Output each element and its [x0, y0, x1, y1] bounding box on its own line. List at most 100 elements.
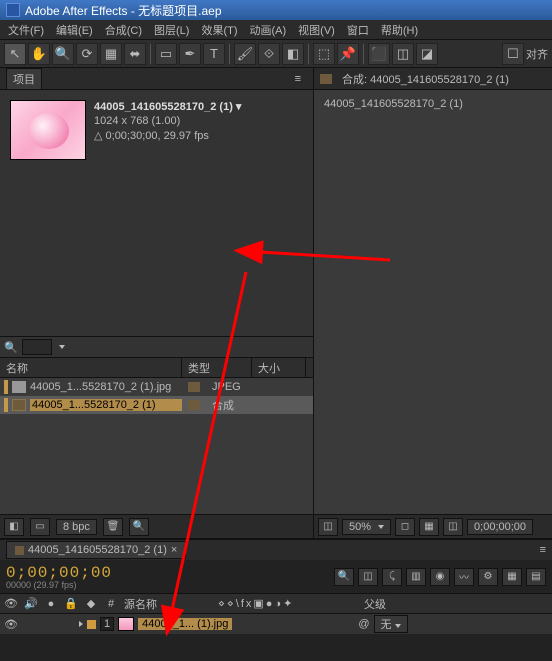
brush-tool[interactable]: 🖌	[234, 43, 256, 65]
search-menu-icon[interactable]	[59, 345, 65, 349]
clone-tool[interactable]: ⟐	[258, 43, 280, 65]
parent-col[interactable]: 父级	[364, 596, 386, 612]
preview-duration: △ 0;00;30;00, 29.97 fps	[94, 129, 241, 142]
bpc-button[interactable]: 8 bpc	[56, 519, 97, 535]
project-row-comp[interactable]: 44005_1...5528170_2 (1) 合成	[0, 396, 313, 414]
project-bottom-bar: ◧ ▭ 8 bpc 🗑 🔍	[0, 514, 313, 538]
timeline-panel: 44005_141605528170_2 (1) × ≡ 0;00;00;00 …	[0, 538, 552, 661]
twirl-icon[interactable]	[79, 621, 83, 627]
frame-blend-button[interactable]: ▥	[406, 568, 426, 586]
local-axis[interactable]: ⬛	[368, 43, 390, 65]
panel-menu-icon[interactable]: ≡	[289, 71, 307, 87]
rect-tool[interactable]: ▭	[155, 43, 177, 65]
preview-name[interactable]: 44005_141605528170_2 (1) ▾	[94, 100, 241, 113]
lock-col-icon: 🔒	[64, 597, 78, 610]
label-swatch	[4, 398, 8, 412]
close-icon[interactable]: ×	[171, 544, 177, 556]
tool-bar: ↖ ✋ 🔍 ⟳ ▦ ⬌ ▭ ✒ T 🖌 ⟐ ◧ ⬚ 📌 ⬛ ◫ ◪ ☐ 对齐	[0, 40, 552, 68]
row-name: 44005_1...5528170_2 (1)	[30, 399, 182, 411]
brain-button[interactable]: ⚙	[478, 568, 498, 586]
text-tool[interactable]: T	[203, 43, 225, 65]
menu-window[interactable]: 窗口	[341, 20, 375, 40]
project-row-image[interactable]: 44005_1...5528170_2 (1).jpg JPEG	[0, 378, 313, 396]
pen-tool[interactable]: ✒	[179, 43, 201, 65]
label-swatch	[4, 380, 8, 394]
col-name[interactable]: 名称	[0, 358, 182, 377]
parent-pick[interactable]: @	[358, 618, 369, 630]
menu-help[interactable]: 帮助(H)	[375, 20, 424, 40]
puppet-tool[interactable]: 📌	[337, 43, 359, 65]
snap-toggle[interactable]: ☐	[502, 43, 524, 65]
eye-toggle[interactable]: 👁	[4, 618, 18, 631]
comp-mini-button[interactable]: ◫	[358, 568, 378, 586]
label-chip	[188, 400, 200, 410]
mask-button[interactable]: ◻	[395, 518, 415, 536]
world-axis[interactable]: ◫	[392, 43, 414, 65]
grid-button[interactable]: ▦	[419, 518, 439, 536]
motion-blur-button[interactable]: ◉	[430, 568, 450, 586]
menu-file[interactable]: 文件(F)	[2, 20, 50, 40]
timeline-header: 0;00;00;00 00000 (29.97 fps) 🔍 ◫ ⤹ ▥ ◉ 〰…	[0, 560, 552, 594]
window-title: Adobe After Effects - 无标题项目.aep	[25, 2, 222, 19]
menu-view[interactable]: 视图(V)	[292, 20, 341, 40]
comp-panel-header: 合成: 44005_141605528170_2 (1)	[314, 68, 552, 90]
col-size[interactable]: 大小	[252, 358, 306, 377]
search-icon: 🔍	[4, 341, 18, 354]
find-button[interactable]: 🔍	[129, 518, 149, 536]
preview-dimensions: 1024 x 768 (1.00)	[94, 115, 241, 127]
zoom-dropdown[interactable]: 50%	[342, 519, 391, 535]
comp-icon	[12, 399, 26, 411]
renderer-button[interactable]: ▤	[526, 568, 546, 586]
timecode[interactable]: 0;00;00;00	[6, 564, 112, 582]
interpret-footage-button[interactable]: ◧	[4, 518, 24, 536]
label-col-icon: ◆	[84, 597, 98, 610]
separator	[150, 44, 151, 64]
view-axis[interactable]: ◪	[416, 43, 438, 65]
camera-tool[interactable]: ▦	[100, 43, 122, 65]
row-type: 合成	[212, 397, 234, 413]
menu-edit[interactable]: 编辑(E)	[50, 20, 99, 40]
draft3d-button[interactable]: ▦	[502, 568, 522, 586]
timeline-tab[interactable]: 44005_141605528170_2 (1) ×	[6, 541, 186, 559]
eraser-tool[interactable]: ◧	[282, 43, 304, 65]
source-name-col[interactable]: 源名称	[124, 596, 212, 612]
preview-thumbnail	[10, 100, 86, 160]
layer-name[interactable]: 44005_1... (1).jpg	[138, 618, 232, 630]
timeline-tab-bar: 44005_141605528170_2 (1) × ≡	[0, 540, 552, 560]
roto-tool[interactable]: ⬚	[313, 43, 335, 65]
menu-animation[interactable]: 动画(A)	[244, 20, 293, 40]
menu-bar: 文件(F) 编辑(E) 合成(C) 图层(L) 效果(T) 动画(A) 视图(V…	[0, 20, 552, 40]
menu-composition[interactable]: 合成(C)	[99, 20, 148, 40]
layer-number: 1	[100, 617, 114, 631]
new-comp-button[interactable]: ▭	[30, 518, 50, 536]
layer-label-chip[interactable]	[87, 620, 96, 629]
pan-behind-tool[interactable]: ⬌	[124, 43, 146, 65]
rotate-tool[interactable]: ⟳	[76, 43, 98, 65]
layer-thumb	[118, 617, 134, 631]
current-time[interactable]: 0;00;00;00	[467, 519, 533, 535]
guides-button[interactable]: ◫	[443, 518, 463, 536]
parent-dropdown[interactable]: 无	[374, 615, 408, 633]
comp-list: 44005_141605528170_2 (1)	[314, 90, 552, 514]
selection-tool[interactable]: ↖	[4, 43, 26, 65]
layer-row[interactable]: 👁 1 44005_1... (1).jpg @ 无	[0, 614, 552, 634]
project-tab[interactable]: 项目	[6, 68, 42, 90]
shy-button[interactable]: ⤹	[382, 568, 402, 586]
trash-button[interactable]: 🗑	[103, 518, 123, 536]
search-input[interactable]	[22, 339, 52, 355]
project-file-list: 44005_1...5528170_2 (1).jpg JPEG 44005_1…	[0, 378, 313, 514]
project-search-row: 🔍	[0, 336, 313, 358]
menu-layer[interactable]: 图层(L)	[148, 20, 195, 40]
hand-tool[interactable]: ✋	[28, 43, 50, 65]
viewer-controls: ◫ 50% ◻ ▦ ◫ 0;00;00;00	[314, 514, 552, 538]
search-layers-button[interactable]: 🔍	[334, 568, 354, 586]
project-preview: 44005_141605528170_2 (1) ▾ 1024 x 768 (1…	[0, 90, 313, 200]
always-preview-button[interactable]: ◫	[318, 518, 338, 536]
graph-editor-button[interactable]: 〰	[454, 568, 474, 586]
snap-label: 对齐	[526, 46, 548, 62]
comp-list-item[interactable]: 44005_141605528170_2 (1)	[318, 94, 548, 114]
zoom-tool[interactable]: 🔍	[52, 43, 74, 65]
col-type[interactable]: 类型	[182, 358, 252, 377]
menu-effect[interactable]: 效果(T)	[195, 20, 243, 40]
panel-menu-icon[interactable]: ≡	[540, 544, 546, 556]
